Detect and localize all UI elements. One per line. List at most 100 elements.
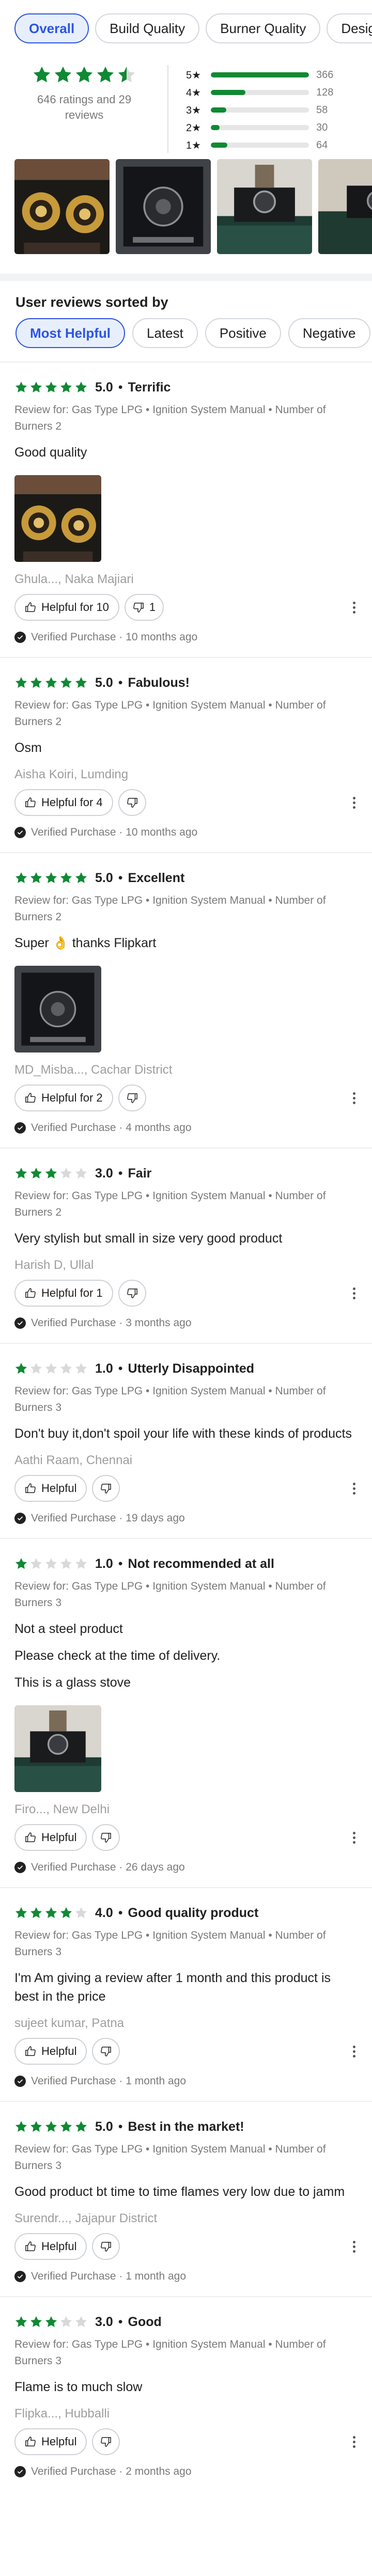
rating-bar-fill — [211, 72, 309, 77]
sort-latest[interactable]: Latest — [132, 318, 198, 348]
review-text: Good quality — [14, 445, 87, 460]
star-icon — [45, 1362, 57, 1374]
not-helpful-button[interactable] — [118, 1280, 146, 1307]
stove-on-counter-photo — [14, 1705, 101, 1792]
more-options-icon[interactable] — [351, 2436, 357, 2448]
summary-divider — [167, 65, 168, 153]
stove-partial-photo — [318, 159, 372, 254]
rating-bar-track — [211, 90, 309, 95]
star-icon — [45, 677, 57, 688]
verified-check-icon — [14, 827, 26, 838]
sort-most-helpful[interactable]: Most Helpful — [16, 318, 125, 348]
rating-bar-label: 2★ — [186, 122, 202, 134]
gallery-photo[interactable] — [217, 159, 312, 254]
review-card: 3.0 • Good Review for: Gas Type LPG • Ignit… — [0, 2296, 372, 2491]
not-helpful-button[interactable] — [92, 2428, 120, 2455]
more-options-icon[interactable] — [351, 1092, 357, 1104]
review-actions: Helpful — [14, 2428, 358, 2455]
thumbs-down-icon — [101, 1484, 112, 1494]
average-stars — [32, 65, 136, 85]
star-icon — [15, 2121, 27, 2132]
review-rating: 1.0 — [95, 1361, 113, 1376]
review-photo[interactable] — [14, 966, 101, 1053]
rating-bar-fill — [211, 90, 245, 95]
rating-bar-count: 128 — [316, 86, 334, 98]
helpful-button[interactable]: Helpful — [14, 1824, 87, 1851]
helpful-label: Helpful — [41, 1831, 77, 1844]
star-icon — [33, 66, 51, 83]
sort-negative[interactable]: Negative — [288, 318, 370, 348]
rating-bar-count: 64 — [316, 139, 328, 151]
review-card: 4.0 • Good quality product Review for: Gas … — [0, 1887, 372, 2101]
gallery-photo[interactable] — [14, 159, 110, 254]
thumbs-up-icon — [25, 2437, 36, 2446]
review-stars — [14, 2120, 88, 2133]
star-icon — [75, 677, 87, 688]
more-options-icon[interactable] — [351, 601, 357, 614]
thumbs-down-icon — [133, 603, 144, 612]
helpful-button[interactable]: Helpful for 2 — [14, 1085, 113, 1111]
reviewer-name: sujeet kumar, Patna — [14, 2016, 125, 2030]
rating-bar-fill — [211, 107, 227, 113]
review-variant: Review for: Gas Type LPG • Ignition Syst… — [14, 699, 326, 728]
helpful-button[interactable]: Helpful — [14, 2038, 87, 2065]
tab-overall[interactable]: Overall — [14, 13, 89, 43]
not-helpful-button[interactable] — [118, 1085, 146, 1111]
not-helpful-button[interactable] — [92, 1824, 120, 1851]
average-rating: 646 ratings and 29 reviews — [20, 65, 149, 158]
star-icon — [45, 2121, 57, 2132]
tab-burner-quality[interactable]: Burner Quality — [206, 13, 321, 43]
star-icon — [60, 2121, 72, 2132]
rating-bar-track — [211, 107, 309, 113]
thumbs-up-icon — [25, 2241, 36, 2251]
star-icon — [60, 2316, 72, 2327]
star-icon — [15, 872, 27, 883]
review-text: Super 👌 thanks Flipkart — [14, 936, 157, 950]
bullet-separator: • — [118, 380, 123, 395]
reviewer-name: Aathi Raam, Chennai — [14, 1453, 133, 1467]
more-options-icon[interactable] — [351, 1482, 357, 1495]
not-helpful-button[interactable] — [92, 2038, 120, 2065]
not-helpful-button[interactable] — [92, 2233, 120, 2260]
rating-bar-fill — [211, 143, 228, 148]
star-icon — [75, 1558, 87, 1569]
review-text: I'm Am giving a review after 1 month and… — [14, 1971, 331, 2004]
helpful-button[interactable]: Helpful for 1 — [14, 1280, 113, 1307]
tab-design[interactable]: Design — [327, 13, 372, 43]
sort-positive[interactable]: Positive — [205, 318, 281, 348]
verified-purchase: Verified Purchase · 26 days ago — [14, 1861, 358, 1874]
reviewer-name: Aisha Koiri, Lumding — [14, 767, 129, 781]
gallery-photo[interactable] — [116, 159, 211, 254]
not-helpful-button[interactable]: 1 — [124, 594, 164, 621]
review-header: 5.0 • Best in the market! — [14, 2116, 358, 2137]
star-icon — [45, 872, 57, 883]
star-icon — [15, 2316, 27, 2327]
rating-bar-label: 5★ — [186, 69, 202, 81]
helpful-button[interactable]: Helpful — [14, 1475, 87, 1502]
review-stars — [14, 1906, 88, 1920]
review-actions: Helpful for 10 1 — [14, 594, 358, 621]
more-options-icon[interactable] — [351, 796, 357, 809]
review-photo[interactable] — [14, 475, 101, 562]
star-icon — [15, 1167, 27, 1179]
more-options-icon[interactable] — [351, 2045, 357, 2057]
review-stars — [14, 676, 88, 689]
helpful-button[interactable]: Helpful — [14, 2233, 87, 2260]
more-options-icon[interactable] — [351, 1831, 357, 1844]
bullet-separator: • — [118, 1905, 123, 1920]
review-actions: Helpful — [14, 2233, 358, 2260]
more-options-icon[interactable] — [351, 2240, 357, 2253]
helpful-button[interactable]: Helpful for 10 — [14, 594, 119, 621]
not-helpful-button[interactable] — [118, 789, 146, 816]
review-variant: Review for: Gas Type LPG • Ignition Syst… — [14, 2338, 326, 2367]
star-icon — [45, 2316, 57, 2327]
more-options-icon[interactable] — [351, 1287, 357, 1299]
tab-build-quality[interactable]: Build Quality — [95, 13, 200, 43]
helpful-button[interactable]: Helpful for 4 — [14, 789, 113, 816]
gallery-photo[interactable] — [318, 159, 372, 254]
not-helpful-button[interactable] — [92, 1475, 120, 1502]
review-photo[interactable] — [14, 1705, 101, 1792]
rating-bar-track — [211, 125, 309, 130]
helpful-button[interactable]: Helpful — [14, 2428, 87, 2455]
review-list: 5.0 • Terrific Review for: Gas Type LPG • I… — [0, 362, 372, 2491]
